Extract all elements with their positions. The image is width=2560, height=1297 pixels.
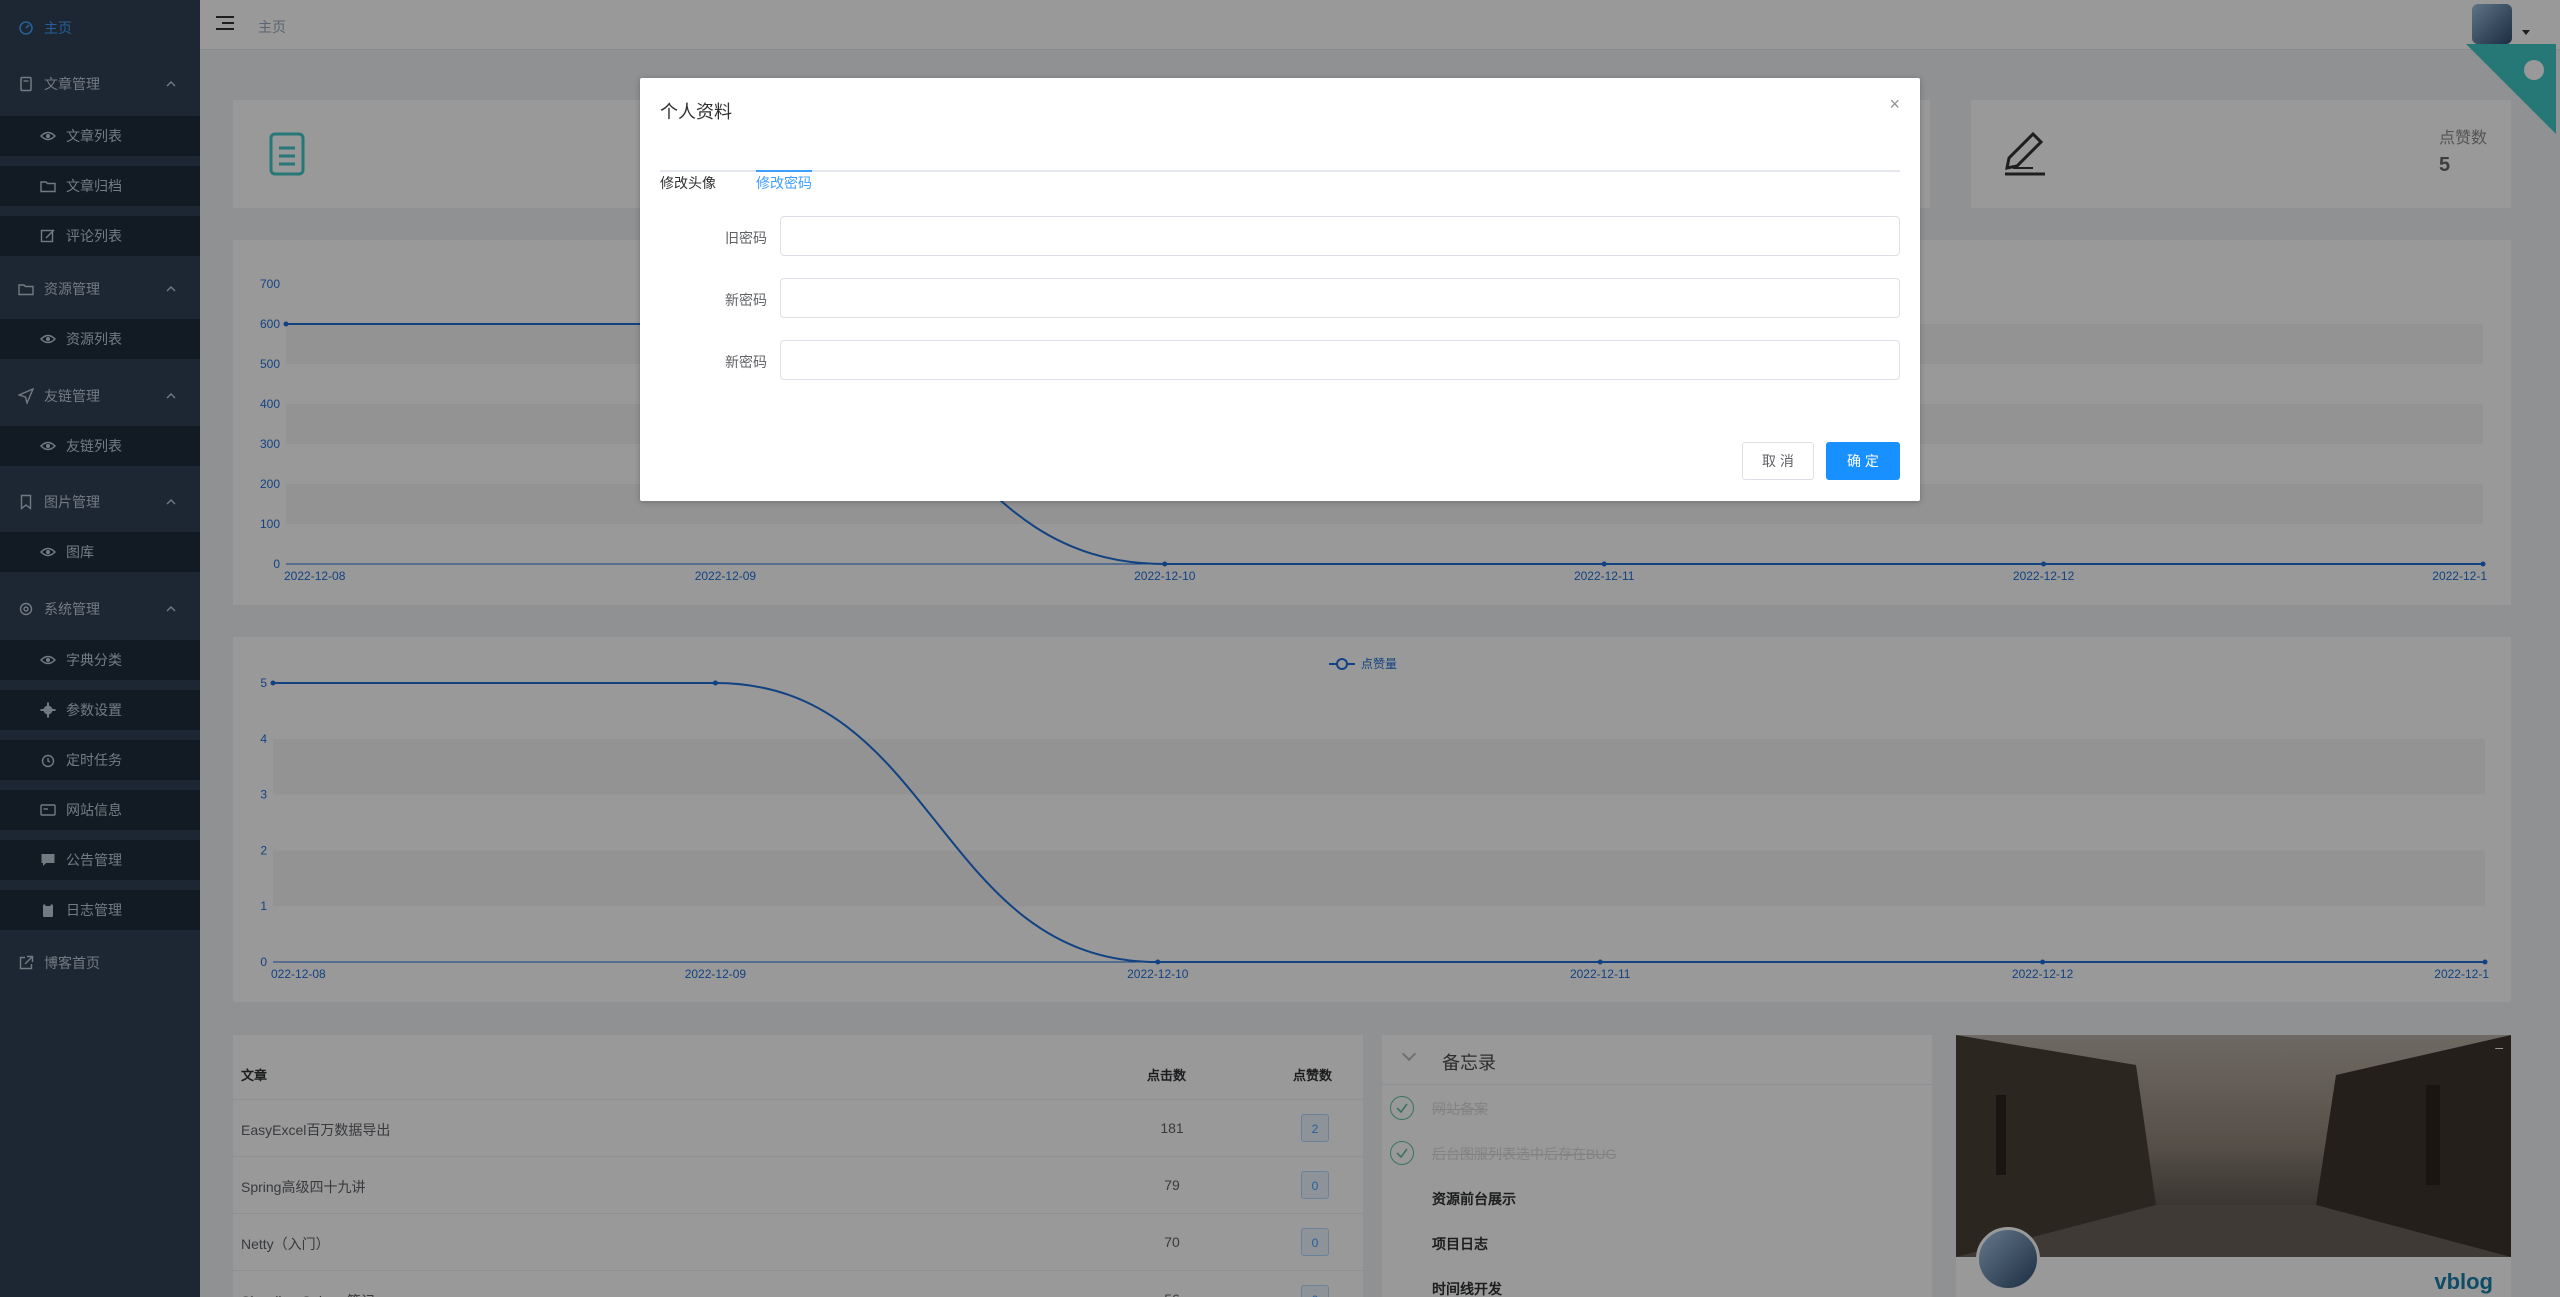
dialog-title: 个人资料 [660, 102, 732, 122]
tab-change-avatar[interactable]: 修改头像 [660, 173, 716, 193]
confirm-password-label: 新密码 [725, 354, 767, 370]
profile-dialog: 个人资料 × 修改头像 修改密码 旧密码 新密码 新密码 取 消 确 定 [640, 78, 1920, 501]
old-password-input[interactable] [780, 216, 1900, 256]
tabs-bar [660, 170, 1900, 172]
tab-change-password[interactable]: 修改密码 [756, 173, 812, 193]
confirm-password-input[interactable] [780, 340, 1900, 380]
old-password-label: 旧密码 [725, 230, 767, 246]
confirm-button[interactable]: 确 定 [1826, 442, 1900, 480]
new-password-input[interactable] [780, 278, 1900, 318]
new-password-label: 新密码 [725, 292, 767, 308]
cancel-button[interactable]: 取 消 [1742, 442, 1814, 480]
close-icon[interactable]: × [1889, 94, 1900, 115]
active-tab-indicator [756, 170, 812, 172]
